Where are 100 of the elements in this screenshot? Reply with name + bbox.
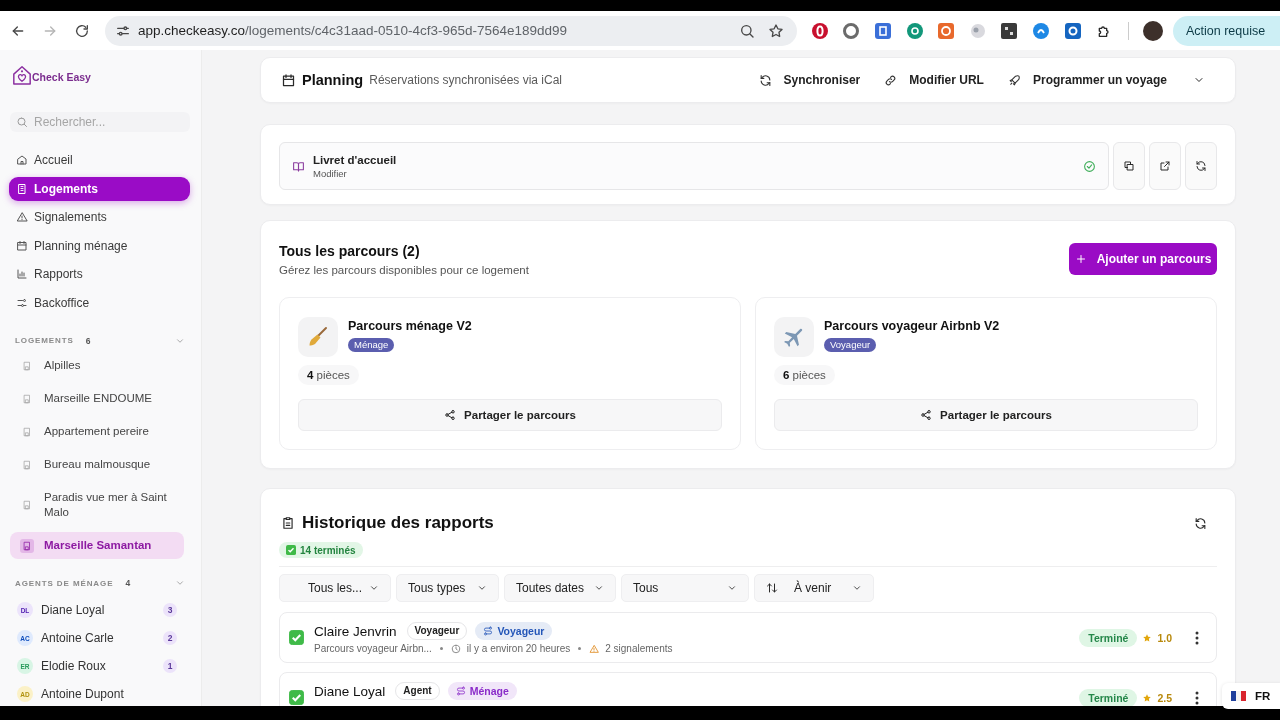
nav-item[interactable]: Accueil: [9, 148, 190, 172]
star-icon[interactable]: [768, 22, 784, 39]
agent-name: Elodie Roux: [41, 659, 106, 674]
section-count: 6: [85, 335, 91, 346]
open-external-button[interactable]: [1149, 142, 1181, 190]
property-item[interactable]: Paradis vue mer à Saint Malo: [10, 484, 184, 527]
action-required-button[interactable]: Action requise: [1172, 15, 1280, 46]
sort-icon: [766, 582, 778, 594]
external-link-icon: [1159, 160, 1171, 172]
sync-button[interactable]: Synchroniser: [758, 73, 861, 87]
star-icon: [1142, 632, 1153, 643]
status-tag: Terminé: [1079, 688, 1138, 706]
section-title: LOGEMENTS: [15, 336, 74, 346]
nav-item[interactable]: Signalements: [9, 205, 190, 230]
extension-icon[interactable]: [1064, 22, 1081, 39]
reload-icon[interactable]: [74, 22, 90, 39]
door-icon: [22, 359, 32, 372]
search-icon: [16, 116, 28, 128]
more-options-icon[interactable]: [1195, 690, 1199, 705]
add-route-button[interactable]: Ajouter un parcours: [1069, 243, 1217, 275]
refresh-icon: [758, 73, 772, 87]
status-tag: Terminé: [1079, 628, 1138, 647]
share-button[interactable]: Partager le parcours: [298, 399, 722, 431]
house-heart-icon[interactable]: [12, 64, 32, 86]
share-button[interactable]: Partager le parcours: [774, 399, 1198, 431]
guidebook-title: Livret d'accueil: [313, 153, 397, 166]
language-button[interactable]: FR: [1222, 683, 1280, 709]
count-badge: 1: [163, 659, 177, 674]
extension-icon[interactable]: [1001, 22, 1018, 39]
property-item[interactable]: Marseille Samantan: [10, 532, 184, 560]
agent-name: Antoine Dupont: [41, 687, 124, 702]
category-tag: Ménage: [348, 338, 395, 352]
type-label: Voyageur: [497, 625, 545, 637]
extension-icon[interactable]: [843, 22, 860, 39]
schedule-trip-button[interactable]: Programmer un voyage: [1007, 73, 1167, 87]
section-heading: Historique des rapports: [302, 513, 494, 533]
url-text: app.checkeasy.co/logements/c4c31aad-0510-4cf3-965d-7564e189dd99: [138, 23, 568, 38]
refresh-button[interactable]: [1185, 142, 1217, 190]
property-item[interactable]: Marseille ENDOUME: [10, 385, 184, 413]
nav-item[interactable]: Logements: [9, 176, 190, 201]
filter-dropdown[interactable]: Tous: [621, 574, 749, 602]
clipboard-icon: [281, 516, 295, 530]
completed-count: 14 terminés: [300, 544, 356, 556]
avatar-icon[interactable]: [1142, 20, 1163, 41]
person-name: Claire Jenvrin: [314, 623, 397, 639]
share-icon: [920, 409, 933, 421]
agent-name: Diane Loyal: [41, 603, 105, 618]
address-bar[interactable]: app.checkeasy.co/logements/c4c31aad-0510-4cf3-965d-7564e189dd99: [105, 15, 797, 46]
filter-dropdown[interactable]: Toutes dates: [504, 574, 616, 602]
room-count: 6 pièces: [774, 365, 835, 385]
sort-dropdown[interactable]: À venir: [754, 574, 874, 602]
flag-icon: [1231, 691, 1246, 701]
check-square-icon: [286, 545, 296, 555]
door-icon: [22, 458, 32, 471]
door-icon: [22, 499, 32, 512]
guidebook-subtitle: Modifier: [313, 167, 348, 179]
chevron-down-icon: [727, 583, 737, 593]
chevron-down-icon: [477, 583, 487, 593]
property-item[interactable]: Bureau malmousque: [10, 451, 184, 479]
bar-chart-icon: [16, 268, 28, 281]
home-icon: [16, 154, 28, 166]
property-item[interactable]: Appartement pereire: [10, 418, 184, 446]
door-icon: [22, 425, 32, 438]
extension-icon[interactable]: [811, 22, 828, 39]
category-tag: Voyageur: [824, 338, 877, 352]
clock-icon: [450, 643, 461, 654]
door-icon: [20, 538, 34, 553]
report-row[interactable]: Diane Loyal Agent Ménage Terminé 2.5: [279, 672, 1217, 706]
guidebook-link[interactable]: Livret d'accueil Modifier: [279, 142, 1109, 190]
more-options-icon[interactable]: [1195, 630, 1199, 645]
copy-icon: [1123, 160, 1135, 172]
nav-item[interactable]: Rapports: [9, 262, 190, 287]
share-icon: [444, 409, 457, 421]
copy-button[interactable]: [1113, 142, 1145, 190]
nav-item[interactable]: Planning ménage: [9, 233, 190, 258]
section-heading: Tous les parcours (2): [279, 242, 421, 260]
door-icon: [22, 392, 32, 405]
filter-dropdown[interactable]: Tous types: [396, 574, 499, 602]
calendar-icon: [281, 72, 296, 88]
sliders-icon: [16, 296, 28, 309]
section-count: 4: [125, 578, 131, 589]
route-name: Parcours ménage V2: [348, 319, 472, 333]
calendar-icon: [16, 239, 28, 252]
nav-item[interactable]: Backoffice: [9, 290, 190, 315]
property-item[interactable]: Alpilles: [10, 352, 184, 380]
edit-url-button[interactable]: Modifier URL: [884, 73, 984, 87]
chevron-down-icon: [369, 583, 379, 593]
rocket-icon: [1007, 73, 1021, 87]
refresh-icon[interactable]: [1194, 516, 1207, 530]
chevron-down-icon: [852, 583, 862, 593]
section-description: Gérez les parcours disponibles pour ce logement: [279, 263, 529, 278]
magnifier-icon[interactable]: [739, 22, 755, 39]
count-badge: 3: [163, 603, 177, 618]
report-row[interactable]: Claire Jenvrin Voyageur Voyageur Parcours voyageur Airbn... il y a environ 20 heures 2 signalements Terminé 1.0: [279, 612, 1217, 663]
count-badge: 2: [163, 631, 177, 646]
search-field[interactable]: Rechercher...: [10, 112, 190, 132]
filter-dropdown[interactable]: Tous les...: [279, 574, 391, 602]
airplane-icon: [774, 317, 814, 357]
star-icon: [1142, 692, 1153, 703]
refresh-icon: [1195, 160, 1207, 172]
